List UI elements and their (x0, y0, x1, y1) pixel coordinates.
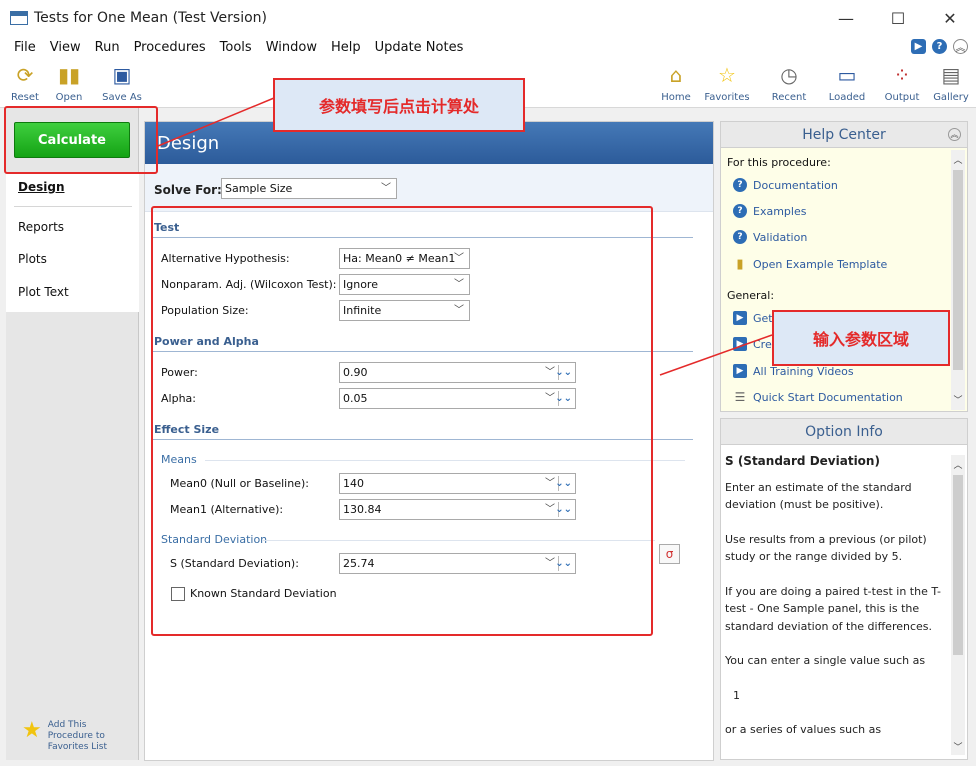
tab-plots[interactable]: Plots (18, 252, 47, 266)
general-label: General: (727, 289, 775, 302)
menu-help[interactable]: Help (331, 40, 361, 55)
examples-link[interactable]: ? Examples (733, 204, 806, 218)
save-as-toolbar-button[interactable]: ▣ Save As (100, 62, 144, 103)
scroll-down-icon[interactable]: ﹀ (951, 392, 965, 406)
calculate-note-callout: 参数填写后点击计算处 (273, 78, 525, 132)
option-info-scrollbar[interactable]: ︿ ﹀ (951, 455, 965, 755)
help-center-panel: Help Center ︽ For this procedure: ? Docum… (720, 121, 968, 412)
menu-view[interactable]: View (50, 40, 81, 55)
solve-for-label: Solve For: (154, 183, 222, 197)
tab-plot-text[interactable]: Plot Text (18, 285, 69, 299)
procedure-tabs: Design Reports Plots Plot Text (6, 172, 139, 312)
minimize-button[interactable]: — (820, 0, 872, 36)
add-favorites-link[interactable]: ★ Add This Procedure to Favorites List (22, 720, 118, 753)
app-icon (10, 11, 28, 25)
window-title: Tests for One Mean (Test Version) (34, 10, 267, 26)
open-toolbar-button[interactable]: ▮▮ Open (52, 62, 86, 103)
favorite-star-icon: ★ (22, 718, 42, 743)
input-area-highlight-box (151, 206, 653, 636)
question-icon: ? (733, 178, 747, 192)
maximize-button[interactable]: ☐ (872, 0, 924, 36)
loaded-toolbar-button[interactable]: ▭ Loaded (824, 62, 870, 103)
tab-design[interactable]: Design (18, 180, 65, 194)
play-icon[interactable]: ▶ (911, 39, 926, 54)
reset-toolbar-button[interactable]: ⟳ Reset (8, 62, 42, 103)
option-info-panel: Option Info S (Standard Deviation) Enter… (720, 418, 968, 760)
solve-for-row: Solve For: Sample Size ﹀ (145, 164, 713, 212)
open-icon: ▮▮ (57, 63, 80, 87)
calculate-highlight-box (4, 106, 158, 174)
question-icon: ? (733, 204, 747, 218)
check-question-icon: ? (733, 230, 747, 244)
option-info-body: S (Standard Deviation) Enter an estimate… (725, 453, 947, 756)
left-panel: Calculate Design Reports Plots Plot Text… (6, 108, 139, 760)
save-icon: ▣ (112, 63, 132, 87)
quick-start-link[interactable]: ☰ Quick Start Documentation (733, 390, 903, 404)
collapse-ribbon-icon[interactable]: ︽ (953, 39, 968, 54)
close-button[interactable]: ✕ (924, 0, 976, 36)
input-area-note-callout: 输入参数区域 (772, 310, 950, 366)
video-icon: ▶ (733, 337, 747, 351)
training-videos-link[interactable]: ▶ All Training Videos (733, 364, 854, 378)
output-toolbar-button[interactable]: ⁘ Output (882, 62, 922, 103)
open-example-template-link[interactable]: ▮ Open Example Template (733, 256, 887, 272)
window-icon: ▭ (837, 63, 857, 87)
validation-link[interactable]: ? Validation (733, 230, 807, 244)
clock-icon: ◷ (780, 63, 798, 87)
home-toolbar-button[interactable]: ⌂ Home (656, 62, 696, 103)
folder-icon: ▮ (736, 256, 744, 272)
help-scrollbar[interactable]: ︿ ﹀ (951, 150, 965, 410)
reset-icon: ⟳ (16, 63, 34, 87)
help-icon[interactable]: ? (932, 39, 947, 54)
for-procedure-label: For this procedure: (727, 156, 831, 169)
help-center-header: Help Center ︽ (721, 122, 967, 148)
chevron-down-icon: ﹀ (381, 183, 391, 194)
menu-procedures[interactable]: Procedures (134, 40, 206, 55)
menu-tools[interactable]: Tools (220, 40, 252, 55)
document-icon: ☰ (734, 390, 746, 404)
recent-toolbar-button[interactable]: ◷ Recent (766, 62, 812, 103)
home-icon: ⌂ (669, 63, 683, 87)
reset-values-icon[interactable]: σ (659, 544, 680, 564)
menu-file[interactable]: File (14, 40, 36, 55)
solve-for-dropdown[interactable]: Sample Size ﹀ (221, 178, 397, 199)
menu-update-notes[interactable]: Update Notes (375, 40, 464, 55)
collapse-icon[interactable]: ︽ (948, 128, 961, 141)
chart-icon: ⁘ (893, 63, 911, 87)
star-icon: ☆ (718, 63, 736, 87)
tab-reports[interactable]: Reports (18, 220, 64, 234)
scroll-down-icon[interactable]: ﹀ (951, 739, 965, 753)
documentation-link[interactable]: ? Documentation (733, 178, 838, 192)
scroll-up-icon[interactable]: ︿ (951, 457, 965, 471)
scroll-up-icon[interactable]: ︿ (951, 152, 965, 166)
getting-started-link[interactable]: ▶ Gett (733, 311, 777, 325)
favorites-toolbar-button[interactable]: ☆ Favorites (702, 62, 752, 103)
menu-window[interactable]: Window (266, 40, 317, 55)
video-icon: ▶ (733, 311, 747, 325)
menu-bar: File View Run Procedures Tools Window He… (0, 36, 976, 58)
option-info-heading: S (Standard Deviation) (725, 454, 880, 468)
option-info-header: Option Info (721, 419, 967, 445)
menu-run[interactable]: Run (95, 40, 120, 55)
title-bar: Tests for One Mean (Test Version) — ☐ ✕ (0, 0, 976, 36)
gallery-toolbar-button[interactable]: ▤ Gallery (932, 62, 970, 103)
gallery-icon: ▤ (941, 63, 961, 87)
video-icon: ▶ (733, 364, 747, 378)
